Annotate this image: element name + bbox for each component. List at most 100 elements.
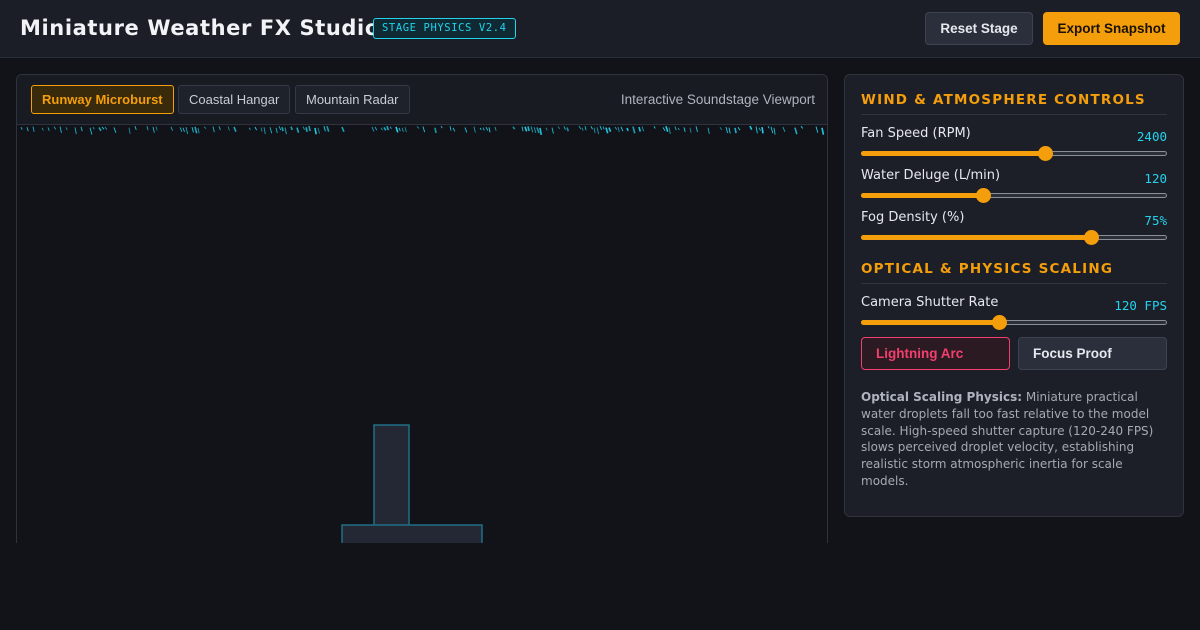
version-badge: STAGE PHYSICS V2.4 [373,18,516,39]
export-snapshot-button[interactable]: Export Snapshot [1043,12,1180,45]
rain-drop [563,126,566,130]
rain-drop [305,127,308,132]
rain-drop [602,126,605,130]
rain-drop [494,126,497,131]
rain-drop [782,126,786,132]
rain-drop [326,126,330,132]
rain-drop [101,126,105,130]
rain-drop [584,126,587,131]
tab-coastal-hangar[interactable]: Coastal Hangar [178,85,291,114]
stage-canvas[interactable] [17,125,828,554]
rain-drop [482,127,485,131]
rain-drop [689,127,692,133]
rain-drop [539,127,543,136]
rain-drop [98,127,102,132]
rain-drop [605,127,609,134]
rain-drop [815,126,819,133]
rain-drop [275,127,278,134]
top-bar: Miniature Weather FX Studio STAGE PHYSIC… [0,0,1200,58]
rain-drop [608,127,612,132]
rain-drop [755,126,758,134]
rain-drop [434,127,437,134]
rain-drop [308,125,311,132]
rain-drop [521,126,524,132]
rain-drop [323,126,326,132]
fog-density-slider[interactable] [861,230,1167,245]
rain-drop [653,126,656,129]
rain-drop [767,125,770,129]
soundstage-viewport: Runway Microburst Coastal Hangar Mountai… [16,74,828,554]
rain-drop [281,127,284,132]
rain-drop [197,127,200,134]
slider-thumb[interactable] [976,188,992,203]
info-heading: Optical Scaling Physics: [861,390,1023,404]
rain-drop [617,126,620,133]
rain-drop [590,126,593,130]
rain-drop [218,126,221,131]
slider-thumb[interactable] [991,315,1007,330]
rain-drop [212,126,215,133]
rain-drop [530,126,534,133]
rain-drop [773,127,776,135]
tab-mountain-radar[interactable]: Mountain Radar [295,85,410,114]
rain-drop [638,126,642,132]
viewport-header: Runway Microburst Coastal Hangar Mountai… [17,75,827,125]
rain-drop [449,126,452,131]
rain-drop [416,126,420,129]
rain-drop [263,127,266,135]
focus-proof-button[interactable]: Focus Proof [1018,337,1167,370]
rain-drop [152,126,155,133]
reset-stage-button[interactable]: Reset Stage [925,12,1033,45]
rain-drop [632,126,636,134]
rain-drop [725,126,729,134]
rain-drop [734,127,737,134]
rain-drop [479,127,482,131]
rain-drop [233,126,237,132]
fog-density-value: 75% [1144,213,1167,228]
water-deluge-label: Water Deluge (L/min) [861,168,1001,183]
rain-drop [512,126,516,130]
rain-drop [380,127,383,131]
rain-drop [488,127,491,133]
rain-drop [473,126,476,133]
fan-speed-slider[interactable] [861,146,1167,161]
rain-drop [185,126,189,135]
tab-runway-microburst[interactable]: Runway Microburst [31,85,174,114]
rain-drop [395,126,399,133]
lightning-arc-button[interactable]: Lightning Arc [861,337,1010,370]
slider-thumb[interactable] [1037,146,1053,161]
rain-drop [770,126,774,134]
rain-drop [557,126,561,130]
fog-density-label: Fog Density (%) [861,210,965,225]
rain-drop [134,125,137,131]
rain-drop [290,126,293,131]
rain-drop [524,126,528,132]
rain-drop [383,126,387,131]
rain-drop [278,126,282,131]
rain-drop [65,127,68,131]
rain-drop [719,126,723,131]
rain-drop [464,127,468,133]
shutter-rate-slider[interactable] [861,315,1167,330]
rain-drop [302,126,305,131]
rain-drop [707,127,710,134]
rain-drop [728,127,731,134]
rain-drop [626,127,629,132]
rain-drop [53,126,57,130]
rain-drop [47,127,50,131]
water-deluge-slider[interactable] [861,188,1167,203]
slider-thumb[interactable] [1083,230,1099,245]
rain-drop [341,126,345,133]
rain-drop [284,127,287,135]
rain-drop [203,126,207,130]
rain-drop [248,127,251,131]
rain-drop [593,127,596,134]
rain-drop [104,126,108,130]
rain-drop [527,126,530,132]
rain-drop [113,127,117,133]
rain-drop [179,127,183,132]
rain-drop [404,127,407,133]
rain-drop [440,125,443,129]
rain-drop [641,126,645,132]
rain-drop [371,126,375,132]
